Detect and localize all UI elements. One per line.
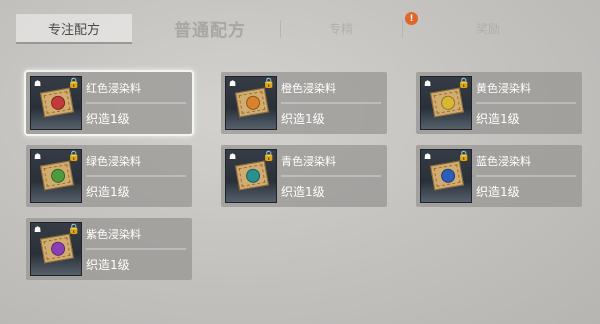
lock-icon: 🔒	[457, 78, 470, 89]
tab-divider	[402, 20, 403, 38]
divider-line	[86, 248, 186, 250]
recipe-level: 织造1级	[281, 112, 325, 126]
recipe-level: 织造1级	[86, 258, 130, 272]
divider-line	[476, 175, 576, 177]
recipe-card-red-dye[interactable]: ☗ 🔒 红色浸染料 织造1级	[26, 72, 192, 134]
divider-line	[281, 102, 381, 104]
recipe-level: 织造1级	[476, 185, 520, 199]
lock-icon: 🔒	[67, 224, 80, 235]
tab-rewards[interactable]: 奖励	[408, 14, 568, 42]
recipe-name: 青色浸染料	[281, 155, 336, 168]
recipe-level: 织造1级	[281, 185, 325, 199]
dye-blob-icon	[49, 167, 67, 184]
dye-blob-icon	[244, 167, 262, 184]
recipe-card-purple-dye[interactable]: ☗ 🔒 紫色浸染料 织造1级	[26, 218, 192, 280]
recipe-name: 橙色浸染料	[281, 82, 336, 95]
recipe-tab-bar: 专注配方 普通配方 专精 奖励 !	[16, 12, 586, 44]
lock-icon: 🔒	[262, 151, 275, 162]
recipe-corner-icon: ☗	[424, 79, 432, 88]
recipe-corner-icon: ☗	[229, 152, 237, 161]
tab-normal-recipes[interactable]: 普通配方	[146, 14, 274, 42]
divider-line	[86, 175, 186, 177]
divider-line	[476, 102, 576, 104]
recipe-corner-icon: ☗	[34, 152, 42, 161]
recipe-name: 黄色浸染料	[476, 82, 531, 95]
recipe-corner-icon: ☗	[34, 79, 42, 88]
divider-line	[281, 175, 381, 177]
dye-blob-icon	[439, 167, 457, 184]
recipe-corner-icon: ☗	[34, 225, 42, 234]
recipe-card-yellow-dye[interactable]: ☗ 🔒 黄色浸染料 织造1级	[416, 72, 582, 134]
dye-blob-icon	[49, 240, 67, 257]
dye-blob-icon	[49, 94, 67, 111]
recipe-level: 织造1级	[476, 112, 520, 126]
dye-blob-icon	[244, 94, 262, 111]
lock-icon: 🔒	[67, 151, 80, 162]
recipe-corner-icon: ☗	[424, 152, 432, 161]
tab-focus-recipes[interactable]: 专注配方	[16, 14, 132, 44]
notification-alert-icon: !	[405, 12, 418, 25]
recipe-name: 蓝色浸染料	[476, 155, 531, 168]
recipe-name: 绿色浸染料	[86, 155, 141, 168]
recipe-corner-icon: ☗	[229, 79, 237, 88]
recipe-card-green-dye[interactable]: ☗ 🔒 绿色浸染料 织造1级	[26, 145, 192, 207]
lock-icon: 🔒	[457, 151, 470, 162]
recipe-level: 织造1级	[86, 185, 130, 199]
lock-icon: 🔒	[262, 78, 275, 89]
recipe-name: 紫色浸染料	[86, 228, 141, 241]
recipe-card-blue-dye[interactable]: ☗ 🔒 蓝色浸染料 织造1级	[416, 145, 582, 207]
recipe-card-orange-dye[interactable]: ☗ 🔒 橙色浸染料 织造1级	[221, 72, 387, 134]
dye-blob-icon	[439, 94, 457, 111]
recipe-level: 织造1级	[86, 112, 130, 126]
divider-line	[86, 102, 186, 104]
tab-mastery[interactable]: 专精	[286, 14, 396, 42]
tab-divider	[280, 20, 281, 38]
recipe-card-cyan-dye[interactable]: ☗ 🔒 青色浸染料 织造1级	[221, 145, 387, 207]
recipe-name: 红色浸染料	[86, 82, 141, 95]
lock-icon: 🔒	[67, 78, 80, 89]
